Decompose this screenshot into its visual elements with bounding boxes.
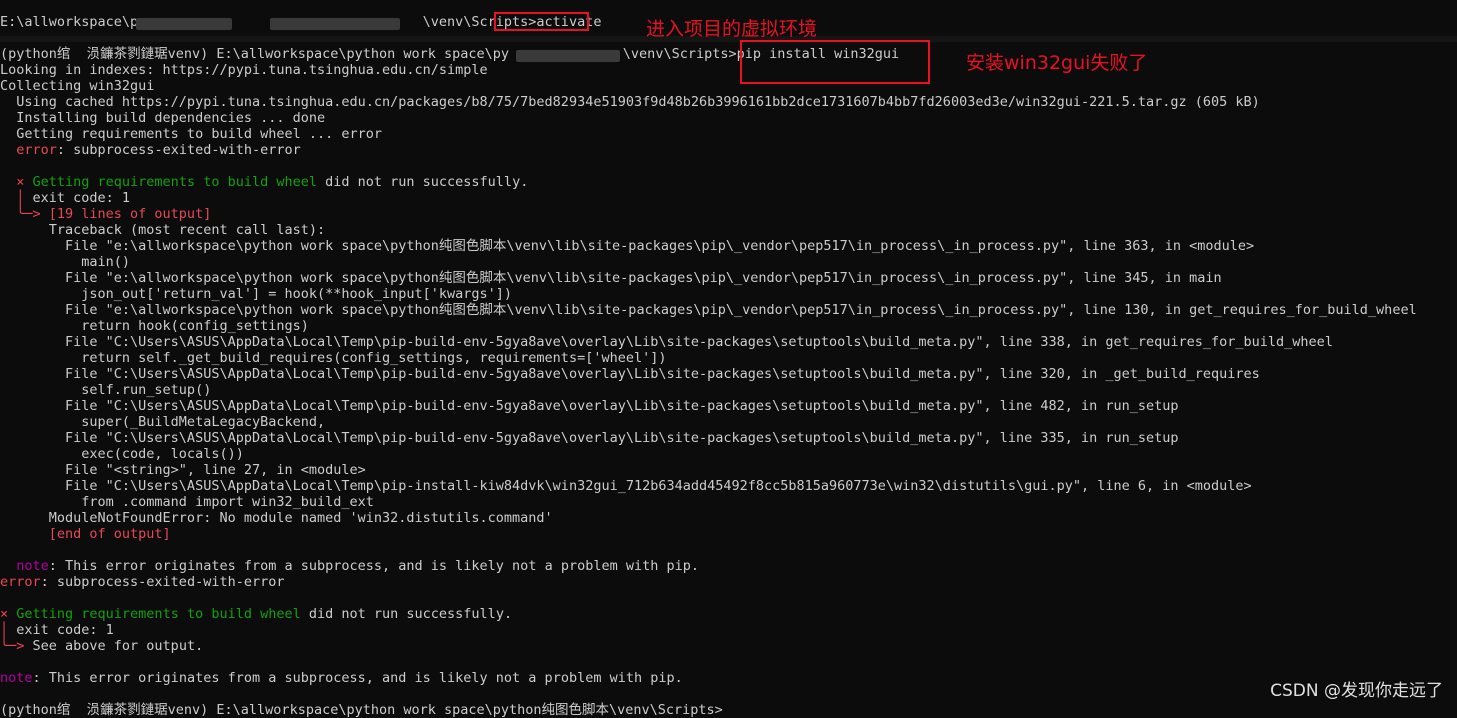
terminal-text: File "C:\Users\ASUS\AppData\Local\Temp\p… [0, 398, 1179, 414]
terminal-text: File "C:\Users\ASUS\AppData\Local\Temp\p… [0, 366, 1260, 382]
terminal-line: File "C:\Users\ASUS\AppData\Local\Temp\p… [0, 366, 1260, 382]
terminal-line: File "C:\Users\ASUS\AppData\Local\Temp\p… [0, 430, 1179, 446]
terminal-text: return self._get_build_requires(config_s… [0, 350, 667, 366]
terminal-line: │ exit code: 1 [0, 190, 130, 206]
terminal-window[interactable]: E:\allworkspace\p \venv\Scripts>activate… [0, 0, 1457, 718]
redacted-path [516, 50, 620, 62]
terminal-line: note: This error originates from a subpr… [0, 558, 699, 574]
terminal-text: : subprocess-exited-with-error [56, 142, 301, 158]
terminal-text: Getting requirements to build wheel ... … [0, 126, 383, 142]
terminal-text: (python绾 涢鐮茶剹鏈琚venv) E:\allworkspace\pyt… [0, 46, 510, 62]
terminal-text: File "e:\allworkspace\python work space\… [0, 302, 1417, 318]
terminal-line: File "C:\Users\ASUS\AppData\Local\Temp\p… [0, 334, 1333, 350]
terminal-text: (python绾 涢鐮茶剹鏈琚venv) E:\allworkspace\pyt… [0, 702, 723, 718]
install-fail-annotation: 安装win32gui失败了 [966, 52, 1148, 74]
terminal-line: error: subprocess-exited-with-error [0, 142, 301, 158]
terminal-text: : This error originates from a subproces… [48, 558, 699, 574]
terminal-text: json_out['return_val'] = hook(**hook_inp… [0, 286, 513, 302]
terminal-text: from .command import win32_build_ext [0, 494, 374, 510]
terminal-text: error [0, 574, 41, 590]
terminal-text: × [0, 174, 33, 190]
terminal-line: exec(code, locals()) [0, 446, 244, 462]
terminal-text: File "C:\Users\ASUS\AppData\Local\Temp\p… [0, 430, 1179, 446]
terminal-text: │ [0, 190, 33, 206]
terminal-text: 1 [105, 622, 114, 638]
terminal-text: ╰─> [0, 638, 33, 654]
terminal-text: File "C:\Users\ASUS\AppData\Local\Temp\p… [0, 478, 1252, 494]
terminal-line: Collecting win32gui [0, 78, 154, 94]
terminal-text: did not run successfully. [300, 606, 513, 622]
terminal-line: │ exit code: 1 [0, 622, 114, 638]
terminal-text: │ [0, 622, 17, 638]
redacted-path [136, 18, 232, 30]
terminal-line: return self._get_build_requires(config_s… [0, 350, 666, 366]
terminal-text: : This error originates from a subproces… [32, 670, 683, 686]
terminal-line: ╰─> [19 lines of output] [0, 206, 211, 222]
terminal-line: super(_BuildMetaLegacyBackend, [0, 414, 325, 430]
terminal-line: Traceback (most recent call last): [0, 222, 325, 238]
terminal-text: 1 [121, 190, 131, 206]
terminal-line: ModuleNotFoundError: No module named 'wi… [0, 510, 553, 526]
redacted-path [270, 18, 400, 30]
terminal-line: File "e:\allworkspace\python work space\… [0, 302, 1417, 318]
terminal-text: Installing build dependencies ... done [0, 110, 326, 126]
terminal-text: × [0, 606, 17, 622]
terminal-text: ╰─> [19 lines of output] [0, 206, 212, 222]
terminal-text: Using cached https://pypi.tuna.tsinghua.… [0, 94, 1260, 110]
terminal-line: Getting requirements to build wheel ... … [0, 126, 382, 142]
terminal-text: note [0, 670, 33, 686]
terminal-text: ModuleNotFoundError: No module named 'wi… [0, 510, 553, 526]
terminal-line: [end of output] [0, 526, 171, 542]
terminal-text: super(_BuildMetaLegacyBackend, [0, 414, 326, 430]
csdn-watermark: CSDN @发现你走远了 [1270, 681, 1443, 701]
terminal-text: return hook(config_settings) [0, 318, 309, 334]
terminal-line: File "e:\allworkspace\python work space\… [0, 270, 1222, 286]
activate-annotation: 进入项目的虚拟环境 [646, 18, 818, 40]
terminal-line: Using cached https://pypi.tuna.tsinghua.… [0, 94, 1260, 110]
terminal-text: main() [0, 254, 131, 270]
terminal-line: self.run_setup() [0, 382, 211, 398]
terminal-text: note [0, 558, 49, 574]
terminal-line: return hook(config_settings) [0, 318, 309, 334]
terminal-text: Looking in indexes: https://pypi.tuna.ts… [0, 62, 488, 78]
terminal-text: Getting requirements to build wheel [16, 606, 301, 622]
terminal-text: error [0, 142, 57, 158]
terminal-line: × Getting requirements to build wheel di… [0, 606, 512, 622]
terminal-text: exit code: [32, 190, 122, 206]
terminal-text: File "<string>", line 27, in <module> [0, 462, 366, 478]
terminal-line: File "C:\Users\ASUS\AppData\Local\Temp\p… [0, 478, 1252, 494]
terminal-text: self.run_setup() [0, 382, 212, 398]
terminal-text: : subprocess-exited-with-error [40, 574, 285, 590]
terminal-text: did not run successfully. [317, 174, 529, 190]
terminal-line: note: This error originates from a subpr… [0, 670, 683, 686]
terminal-line: × Getting requirements to build wheel di… [0, 174, 528, 190]
terminal-text: exec(code, locals()) [0, 446, 244, 462]
terminal-text: [end of output] [0, 526, 171, 542]
terminal-text: File "e:\allworkspace\python work space\… [0, 238, 1255, 254]
terminal-text: exit code: [16, 622, 106, 638]
terminal-line: Looking in indexes: https://pypi.tuna.ts… [0, 62, 488, 78]
pip-install-highlight-box [740, 40, 930, 84]
terminal-text: File "e:\allworkspace\python work space\… [0, 270, 1222, 286]
activate-highlight-box [494, 12, 589, 31]
terminal-line: from .command import win32_build_ext [0, 494, 374, 510]
terminal-line: main() [0, 254, 130, 270]
terminal-text: Traceback (most recent call last): [0, 222, 326, 238]
terminal-line: File "<string>", line 27, in <module> [0, 462, 366, 478]
terminal-line: File "C:\Users\ASUS\AppData\Local\Temp\p… [0, 398, 1179, 414]
terminal-text: E:\allworkspace\p [0, 14, 139, 30]
terminal-line: (python绾 涢鐮茶剹鏈琚venv) E:\allworkspace\pyt… [0, 702, 723, 718]
terminal-line: ╰─> See above for output. [0, 638, 203, 654]
terminal-line: error: subprocess-exited-with-error [0, 574, 284, 590]
terminal-line: File "e:\allworkspace\python work space\… [0, 238, 1254, 254]
terminal-line: json_out['return_val'] = hook(**hook_inp… [0, 286, 512, 302]
terminal-line: Installing build dependencies ... done [0, 110, 325, 126]
terminal-text: Getting requirements to build wheel [32, 174, 317, 190]
terminal-text: Collecting win32gui [0, 78, 155, 94]
terminal-text: See above for output. [32, 638, 204, 654]
terminal-text: File "C:\Users\ASUS\AppData\Local\Temp\p… [0, 334, 1333, 350]
